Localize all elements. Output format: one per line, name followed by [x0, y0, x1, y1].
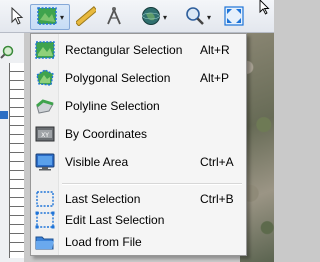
zoom-icon[interactable]	[0, 45, 14, 59]
polyline-selection-icon	[33, 95, 57, 117]
globe-button[interactable]: ▾	[136, 4, 172, 30]
menu-item-rectangular-selection[interactable]: Rectangular Selection Alt+R	[33, 39, 244, 61]
menu-item-label: Edit Last Selection	[65, 213, 165, 227]
menu-item-polyline-selection[interactable]: Polyline Selection	[33, 95, 244, 117]
menu-separator	[62, 183, 242, 185]
menu-item-polygonal-selection[interactable]: Polygonal Selection Alt+P	[33, 67, 244, 89]
dropdown-arrow-icon[interactable]: ▾	[163, 13, 167, 22]
menu-item-shortcut: Ctrl+B	[200, 192, 234, 206]
compass-button[interactable]	[102, 4, 126, 30]
select-arrow-button[interactable]	[6, 4, 28, 30]
menu-item-load-from-file[interactable]: Load from File	[33, 231, 244, 253]
monitor-icon	[33, 151, 57, 173]
ruler-icon	[74, 5, 98, 29]
menu-item-label: Load from File	[65, 235, 142, 249]
dropdown-arrow-icon[interactable]: ▾	[207, 13, 211, 22]
menu-item-edit-last-selection[interactable]: Edit Last Selection	[33, 209, 244, 231]
menu-item-last-selection[interactable]: Last Selection Ctrl+B	[33, 188, 244, 210]
menu-item-label: Last Selection	[65, 192, 141, 206]
cursor-arrow-icon	[10, 6, 24, 28]
menu-item-label: By Coordinates	[65, 127, 148, 141]
toolbar: ▾ ▾ ▾	[0, 0, 274, 33]
full-extent-button[interactable]	[222, 4, 246, 30]
left-panel	[0, 33, 24, 262]
compass-icon	[104, 6, 124, 29]
scale-ruler	[9, 63, 24, 258]
magnifier-icon	[185, 6, 205, 29]
zoom-button[interactable]: ▾	[180, 4, 216, 30]
menu-item-shortcut: Ctrl+A	[200, 155, 234, 169]
edit-selection-icon	[33, 209, 57, 231]
menu-item-by-coordinates[interactable]: XY By Coordinates	[33, 123, 244, 145]
coordinates-icon: XY	[33, 123, 57, 145]
polygonal-selection-icon	[33, 67, 57, 89]
svg-text:XY: XY	[41, 132, 49, 139]
selection-dropdown-menu: Rectangular Selection Alt+R Polygonal Se…	[30, 33, 247, 256]
menu-item-label: Polyline Selection	[65, 99, 160, 113]
area-selection-button[interactable]: ▾	[30, 4, 70, 30]
last-selection-icon	[33, 188, 57, 210]
menu-item-label: Visible Area	[65, 155, 129, 169]
menu-item-shortcut: Alt+P	[200, 71, 230, 85]
ruler-marker[interactable]	[0, 111, 8, 119]
menu-item-label: Rectangular Selection	[65, 43, 183, 57]
cursor-arrow-icon	[258, 0, 272, 19]
menu-item-shortcut: Alt+R	[200, 43, 230, 57]
menu-item-label: Polygonal Selection	[65, 71, 171, 85]
selection-area-icon	[36, 6, 58, 29]
menu-item-visible-area[interactable]: Visible Area Ctrl+A	[33, 151, 244, 173]
ruler-button[interactable]	[74, 4, 98, 30]
globe-icon	[141, 6, 161, 29]
rectangular-selection-icon	[33, 39, 57, 61]
folder-icon	[33, 231, 57, 253]
dropdown-arrow-icon[interactable]: ▾	[60, 13, 64, 22]
full-extent-icon	[224, 5, 244, 29]
